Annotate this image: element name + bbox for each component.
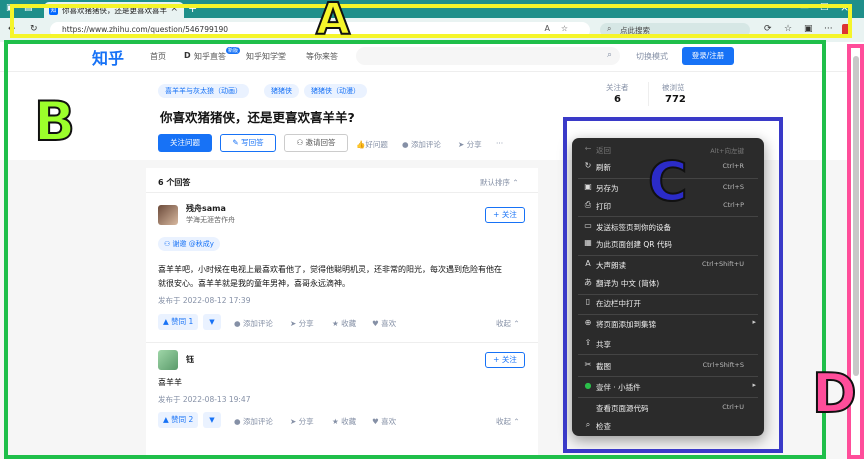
annotation-label-b: B [33, 89, 76, 154]
annotation-box-a [10, 4, 852, 38]
annotation-label-a: A [315, 0, 351, 46]
annotation-label-d: D [811, 361, 858, 426]
annotation-label-c: C [647, 149, 689, 214]
